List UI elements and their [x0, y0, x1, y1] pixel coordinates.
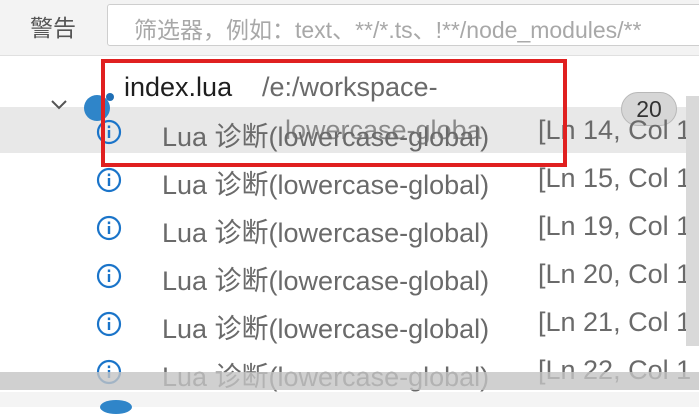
- filter-placeholder: 筛选器，例如：text、**/*.ts、!**/node_modules/**: [134, 17, 642, 43]
- problem-message[interactable]: Lua 诊断(lowercase-global): [162, 259, 489, 298]
- filter-input[interactable]: 筛选器，例如：text、**/*.ts、!**/node_modules/**: [107, 4, 699, 46]
- info-icon: [96, 263, 122, 289]
- vertical-scrollbar[interactable]: [686, 96, 699, 346]
- problem-message[interactable]: Lua 诊断(lowercase-global): [162, 211, 489, 250]
- filter-label: 警告: [30, 16, 76, 42]
- problem-location: [Ln 21, Col 1: [538, 307, 692, 337]
- problem-message[interactable]: Lua 诊断(lowercase-global): [162, 307, 489, 346]
- problem-location: [Ln 20, Col 1: [538, 259, 692, 289]
- info-icon: [96, 215, 122, 241]
- problem-message[interactable]: Lua 诊断(lowercase-global): [162, 163, 489, 202]
- filter-bar: 警告 筛选器，例如：text、**/*.ts、!**/node_modules/…: [0, 0, 699, 56]
- problem-location: [Ln 15, Col 1: [538, 163, 692, 193]
- info-icon: [96, 167, 122, 193]
- next-file-icon: [100, 400, 132, 414]
- chevron-down-icon[interactable]: [50, 95, 68, 113]
- highlight-box: [101, 59, 567, 167]
- problem-location: [Ln 19, Col 1: [538, 211, 692, 241]
- horizontal-scrollbar[interactable]: [0, 372, 699, 390]
- info-icon: [96, 311, 122, 337]
